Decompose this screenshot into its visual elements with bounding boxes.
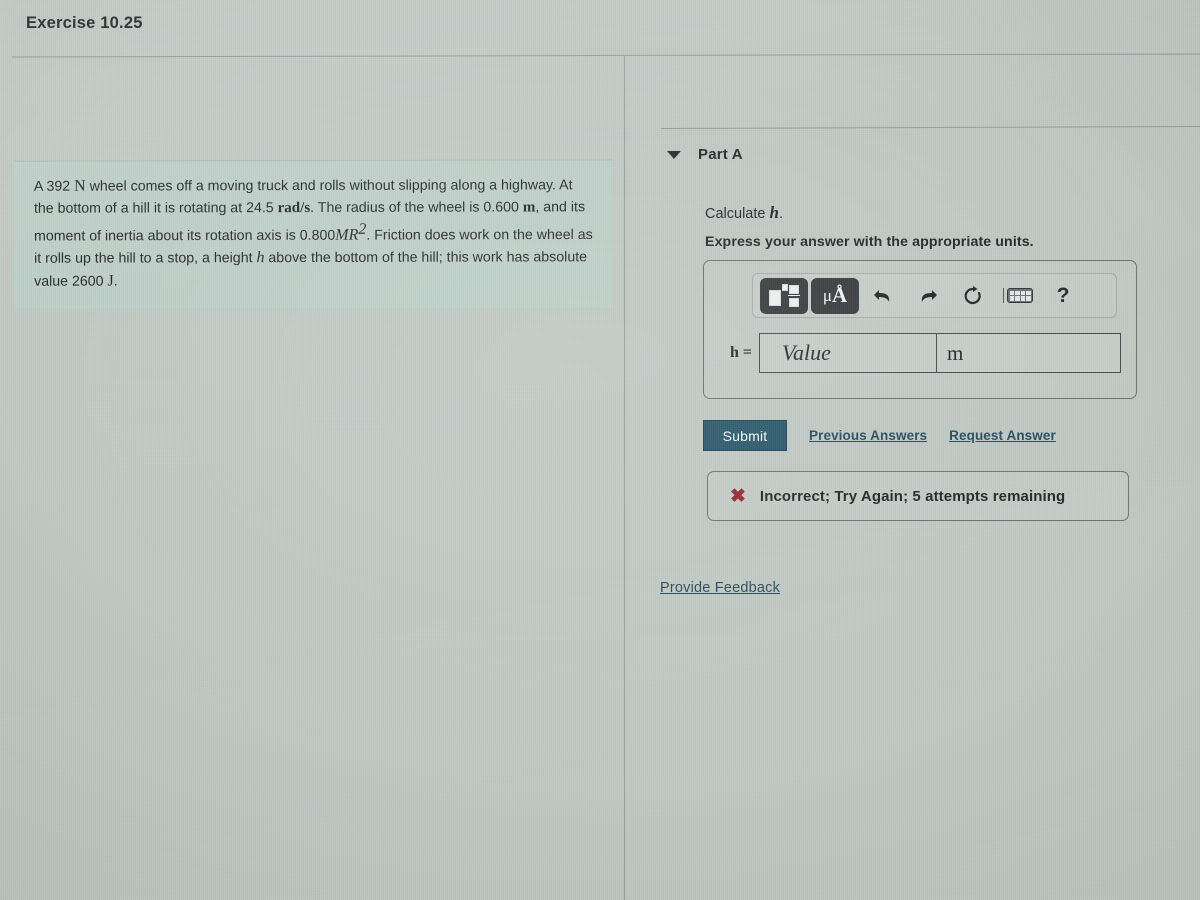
answer-instruction: Express your answer with the appropriate…	[705, 234, 1034, 250]
key	[1009, 290, 1015, 295]
undo-arrow-glyph	[874, 289, 890, 302]
key	[1020, 290, 1026, 295]
chevron-down-icon[interactable]	[667, 150, 681, 159]
problem-text-s3: . The radius of the wheel is 0.600	[310, 198, 523, 216]
help-icon[interactable]: ?	[1042, 278, 1084, 314]
answer-entry-box: μÅ ? h = Value m	[703, 260, 1137, 399]
template-glyph	[769, 283, 800, 308]
template-numerator-block	[789, 284, 799, 294]
feedback-message: Incorrect; Try Again; 5 attempts remaini…	[759, 487, 1066, 505]
problem-pane: A 392 N wheel comes off a moving truck a…	[0, 56, 624, 900]
answer-input-row: h = Value m	[708, 333, 1121, 373]
part-a-header[interactable]: Part A	[667, 146, 743, 163]
angstrom-glyph: Å	[831, 283, 848, 307]
problem-text-s7: .	[113, 273, 118, 290]
undo-icon[interactable]	[862, 278, 904, 314]
problem-statement: A 392 N wheel comes off a moving truck a…	[13, 159, 613, 310]
answer-variable-label: h =	[729, 344, 752, 361]
part-divider	[660, 126, 1200, 129]
redo-arrow-glyph	[921, 289, 937, 302]
submit-button[interactable]: Submit	[703, 420, 787, 451]
key	[1015, 296, 1020, 301]
key	[1026, 296, 1031, 301]
answer-toolbar: μÅ ?	[752, 273, 1117, 318]
question-prefix: Calculate	[705, 206, 770, 222]
request-answer-link[interactable]: Request Answer	[949, 428, 1056, 443]
key	[1020, 296, 1026, 301]
part-label: Part A	[698, 146, 743, 163]
redo-icon[interactable]	[907, 278, 949, 314]
template-superscript-block	[782, 283, 788, 291]
question-prompt: Calculate h.	[705, 203, 783, 223]
incorrect-x-icon: ✖	[730, 485, 746, 507]
question-mark-glyph: ?	[1056, 283, 1070, 307]
keyboard-glyph	[1007, 288, 1034, 303]
key	[1026, 290, 1031, 295]
page-title: Exercise 10.25	[26, 14, 143, 32]
template-base-block	[769, 289, 781, 306]
previous-answers-link[interactable]: Previous Answers	[809, 428, 927, 443]
template-denominator-block	[789, 297, 799, 307]
reset-icon[interactable]	[952, 278, 994, 314]
template-fraction-bar	[788, 294, 800, 297]
answer-unit-input[interactable]: m	[937, 333, 1121, 373]
answer-value-placeholder: Value	[782, 340, 831, 365]
unit-meter: m	[522, 198, 536, 215]
refresh-circle-glyph	[964, 285, 981, 304]
unit-newton: N	[74, 177, 86, 195]
mu-glyph: μ	[822, 286, 832, 305]
key	[1009, 296, 1015, 301]
problem-text-s1: A 392	[33, 178, 75, 195]
answer-value-input[interactable]: Value	[759, 333, 937, 373]
unit-rad-per-second: rad/s	[277, 199, 311, 216]
answer-unit-value: m	[947, 340, 964, 365]
feedback-status-box: ✖ Incorrect; Try Again; 5 attempts remai…	[707, 471, 1129, 521]
question-variable: h	[769, 203, 779, 222]
units-icon[interactable]: μÅ	[811, 277, 859, 314]
math-template-icon[interactable]	[760, 277, 808, 314]
provide-feedback-link[interactable]: Provide Feedback	[660, 580, 780, 596]
keyboard-cursor-bar	[1002, 288, 1005, 303]
action-row: Submit Previous Answers Request Answer	[703, 420, 1056, 451]
moment-of-inertia-expression: MR	[335, 226, 359, 244]
question-suffix: .	[778, 206, 783, 222]
keyboard-icon[interactable]	[997, 278, 1039, 314]
key	[1015, 290, 1020, 295]
answer-pane: Part A Calculate h. Express your answer …	[625, 56, 1200, 900]
